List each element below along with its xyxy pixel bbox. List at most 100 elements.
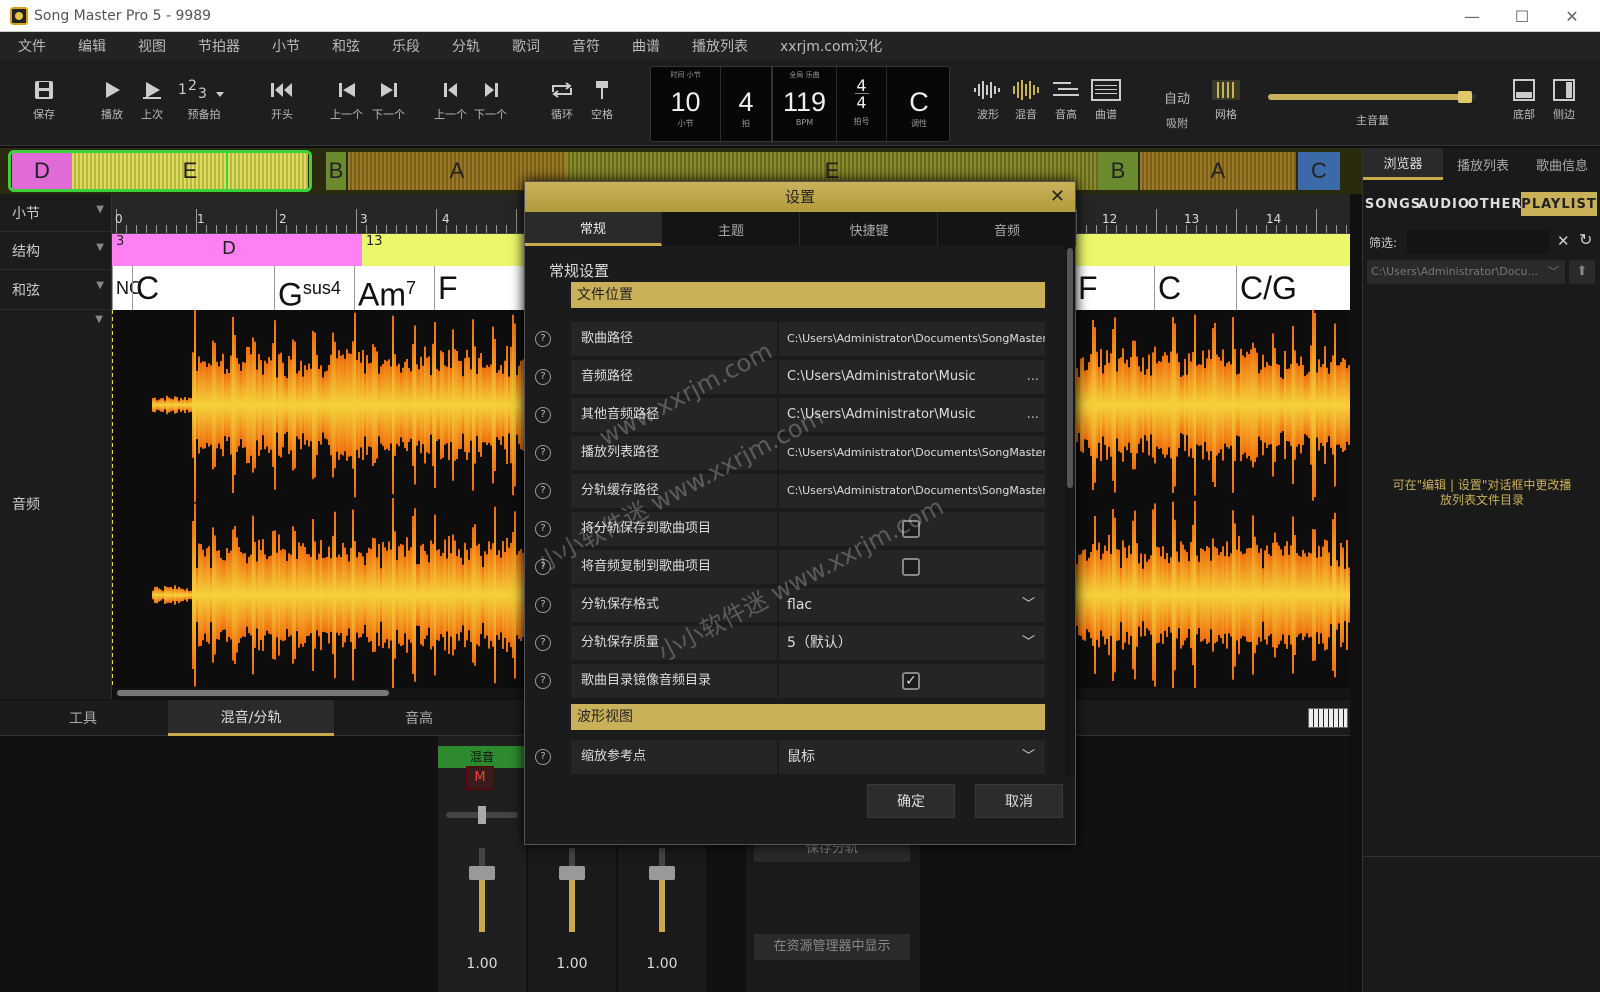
menu-localization[interactable]: xxrjm.com汉化 — [780, 36, 882, 56]
pitch-view-button[interactable]: 音高 — [1050, 78, 1082, 122]
chevron-down-icon[interactable]: ▼ — [96, 204, 104, 215]
subtab-other[interactable]: OTHER — [1468, 192, 1522, 216]
overview-selection[interactable] — [8, 150, 312, 192]
stem-format-select[interactable]: flac ﹀ — [779, 588, 1045, 622]
clear-filter-icon[interactable]: ✕ — [1557, 232, 1570, 250]
menu-lyrics[interactable]: 歌词 — [512, 36, 540, 56]
menu-file[interactable]: 文件 — [18, 36, 46, 56]
chord-nc[interactable]: NC — [112, 266, 142, 310]
browse-button[interactable]: ... — [1027, 360, 1039, 394]
chord-c[interactable]: C — [1154, 266, 1236, 310]
tab-playlist[interactable]: 播放列表 — [1443, 148, 1523, 180]
stem-quality-select[interactable]: 5（默认） ﹀ — [779, 626, 1045, 660]
play-button[interactable]: 播放 — [100, 78, 124, 122]
time-signature-display[interactable]: 4 4 拍号 — [837, 67, 887, 143]
next-section-button[interactable]: 下一个 — [474, 78, 507, 122]
bpm-display[interactable]: 全局 乐曲 119 BPM — [773, 67, 837, 143]
next-bar-button[interactable]: 下一个 — [372, 78, 405, 122]
tab-song-info[interactable]: 歌曲信息 — [1523, 148, 1600, 180]
cancel-button[interactable]: 取消 — [975, 784, 1063, 818]
show-in-explorer-button[interactable]: 在资源管理器中显示 — [754, 934, 910, 960]
menu-metronome[interactable]: 节拍器 — [198, 36, 240, 56]
help-icon[interactable]: ? — [535, 369, 551, 385]
help-icon[interactable]: ? — [535, 331, 551, 347]
tab-mix-stems[interactable]: 混音/分轨 — [168, 700, 334, 736]
prev-section-button[interactable]: 上一个 — [434, 78, 467, 122]
play-from-last-button[interactable]: 上次 — [140, 78, 164, 122]
help-icon[interactable]: ? — [535, 521, 551, 537]
tab-shortcuts[interactable]: 快捷键 — [801, 212, 938, 246]
mute-button[interactable]: M — [466, 766, 494, 790]
scrollbar-thumb[interactable] — [117, 690, 389, 696]
subtab-songs[interactable]: SONGS — [1365, 192, 1420, 216]
menu-playlist[interactable]: 播放列表 — [692, 36, 748, 56]
audio-track-chevron[interactable]: ▼ — [95, 314, 103, 325]
bottom-panel-button[interactable]: 底部 — [1512, 78, 1536, 122]
menu-section[interactable]: 乐段 — [392, 36, 420, 56]
help-icon[interactable]: ? — [535, 483, 551, 499]
help-icon[interactable]: ? — [535, 559, 551, 575]
mix-view-button[interactable]: 混音 — [1010, 78, 1042, 122]
help-icon[interactable]: ? — [535, 635, 551, 651]
master-volume-slider[interactable] — [1268, 91, 1476, 103]
menu-score[interactable]: 曲谱 — [632, 36, 660, 56]
fader-3-thumb[interactable] — [649, 866, 675, 880]
song-path-field[interactable]: C:\Users\Administrator\Documents\SongMas… — [779, 322, 1045, 356]
loop-button[interactable]: 循环 — [548, 78, 576, 122]
blank-button[interactable]: 空格 — [590, 78, 614, 122]
dialog-header[interactable]: 设置 ✕ — [525, 182, 1075, 212]
chord-gsus4[interactable]: Gsus4 — [274, 266, 354, 313]
waveform-view-button[interactable]: 波形 — [972, 78, 1004, 122]
key-display[interactable]: C 调性 — [887, 67, 951, 143]
tab-tools[interactable]: 工具 — [0, 700, 166, 736]
chevron-down-icon[interactable]: ▼ — [96, 242, 104, 253]
mirror-dirs-checkbox[interactable]: ✓ — [902, 672, 920, 690]
score-view-button[interactable]: 曲谱 — [1090, 78, 1122, 122]
audio-path-field[interactable]: C:\Users\Administrator\Music... — [779, 360, 1045, 394]
go-start-button[interactable]: 开头 — [268, 78, 296, 122]
fader-1-thumb[interactable] — [469, 866, 495, 880]
tab-general[interactable]: 常规 — [525, 212, 662, 246]
browse-button[interactable]: ... — [1027, 474, 1039, 508]
help-icon[interactable]: ? — [535, 749, 551, 765]
chord-c[interactable]: C — [132, 266, 274, 310]
maximize-button[interactable]: ☐ — [1498, 0, 1546, 32]
dialog-scrollbar-thumb[interactable] — [1067, 248, 1073, 488]
subtab-playlist[interactable]: PLAYLIST — [1521, 192, 1597, 216]
tab-audio[interactable]: 音频 — [939, 212, 1076, 246]
help-icon[interactable]: ? — [535, 445, 551, 461]
menu-view[interactable]: 视图 — [138, 36, 166, 56]
browse-button[interactable]: ... — [1027, 322, 1039, 356]
path-dropdown[interactable]: C:\Users\Administrator\Docu... ﹀ — [1367, 260, 1565, 284]
filter-input[interactable] — [1407, 230, 1549, 254]
chord-f[interactable]: F — [1074, 266, 1154, 310]
prev-bar-button[interactable]: 上一个 — [330, 78, 363, 122]
help-icon[interactable]: ? — [535, 597, 551, 613]
fader-2[interactable] — [559, 848, 585, 932]
overview-section-c[interactable]: C — [1298, 152, 1340, 190]
menu-stems[interactable]: 分轨 — [452, 36, 480, 56]
help-icon[interactable]: ? — [535, 673, 551, 689]
tab-browser[interactable]: 浏览器 — [1363, 148, 1443, 180]
fader-1[interactable] — [469, 848, 495, 932]
overview-section-b2[interactable]: B — [1098, 152, 1138, 190]
ok-button[interactable]: 确定 — [867, 784, 955, 818]
other-audio-path-field[interactable]: C:\Users\Administrator\Music... — [779, 398, 1045, 432]
chord-c-over-g[interactable]: C/G — [1236, 266, 1350, 310]
chevron-down-icon[interactable]: ▼ — [96, 280, 104, 291]
menu-chord[interactable]: 和弦 — [332, 36, 360, 56]
menu-bar[interactable]: 小节 — [272, 36, 300, 56]
side-panel-button[interactable]: 侧边 — [1552, 78, 1576, 122]
auto-snap-button[interactable]: 自动 吸附 — [1164, 88, 1190, 131]
chord-track-label[interactable]: 和弦 ▼ — [0, 270, 112, 310]
help-icon[interactable]: ? — [535, 407, 551, 423]
piano-keyboard-icon[interactable] — [1308, 708, 1348, 728]
pan-slider[interactable] — [446, 806, 518, 824]
overview-section-b1[interactable]: B — [326, 152, 346, 190]
subtab-audio[interactable]: AUDIO — [1418, 192, 1469, 216]
structure-track-label[interactable]: 结构 ▼ — [0, 232, 112, 270]
overview-section-a2[interactable]: A — [1140, 152, 1296, 190]
stem-cache-path-field[interactable]: C:\Users\Administrator\Documents\SongMas… — [779, 474, 1045, 508]
up-folder-icon[interactable]: ⬆ — [1569, 260, 1595, 284]
chord-f[interactable]: F — [434, 266, 514, 310]
